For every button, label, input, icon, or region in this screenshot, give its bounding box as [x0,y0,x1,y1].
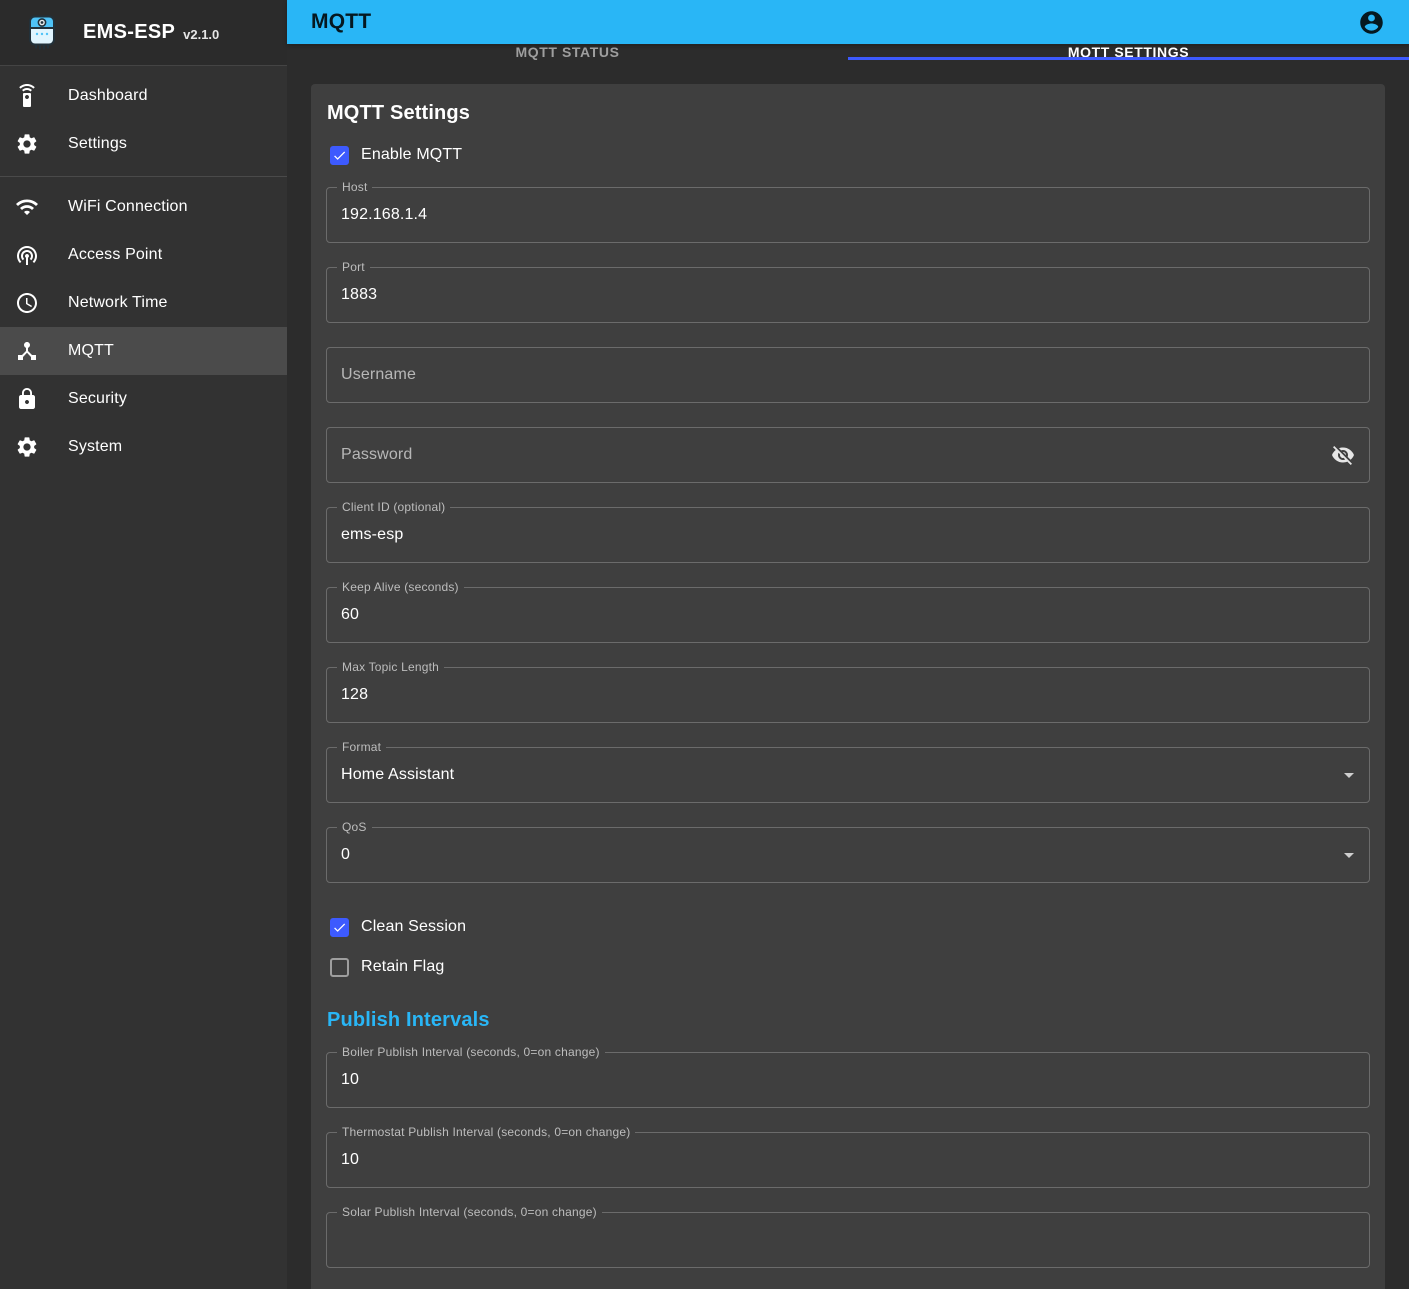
host-field: Host [326,187,1370,243]
client-id-field: Client ID (optional) [326,507,1370,563]
account-button[interactable] [1349,0,1393,44]
field-label: Max Topic Length [337,660,444,674]
checkbox-icon [330,146,349,165]
sidebar-item-security[interactable]: Security [0,375,287,423]
field-label: Keep Alive (seconds) [337,580,464,594]
enable-mqtt-checkbox[interactable]: Enable MQTT [326,135,1370,175]
sidebar-item-mqtt[interactable]: MQTT [0,327,287,375]
field-label: Port [337,260,370,274]
tab-label: MQTT STATUS [515,44,619,60]
format-select-value: Home Assistant [327,766,468,784]
tabbar: MQTT STATUS MQTT SETTINGS [287,44,1409,60]
solar-publish-interval-field: Solar Publish Interval (seconds, 0=on ch… [326,1212,1370,1268]
password-field [326,427,1370,483]
checkbox-icon [330,958,349,977]
sidebar-item-label: Network Time [68,294,168,312]
toggle-password-visibility-button[interactable] [1325,437,1361,473]
thermostat-publish-interval-field: Thermostat Publish Interval (seconds, 0=… [326,1132,1370,1188]
checkbox-label: Enable MQTT [361,146,462,164]
sidebar-item-label: Security [68,390,127,408]
sidebar-item-wifi-connection[interactable]: WiFi Connection [0,183,287,231]
keep-alive-field: Keep Alive (seconds) [326,587,1370,643]
wifi-tethering-icon [15,243,39,267]
lock-icon [15,387,39,411]
sidebar-primary-group: Dashboard Settings [0,66,287,176]
retain-flag-checkbox[interactable]: Retain Flag [326,947,1370,987]
sidebar-item-label: System [68,438,122,456]
thermostat-publish-interval-input[interactable] [327,1133,1369,1187]
app-version: v2.1.0 [183,27,219,42]
checkbox-label: Clean Session [361,918,466,936]
page-title: MQTT [311,10,1349,34]
sidebar-item-settings[interactable]: Settings [0,120,287,168]
device-hub-icon [15,339,39,363]
port-input[interactable] [327,268,1369,322]
sidebar-item-label: Dashboard [68,87,148,105]
chevron-down-icon [1337,843,1361,867]
checkbox-icon [330,918,349,937]
username-field [326,347,1370,403]
boiler-publish-interval-field: Boiler Publish Interval (seconds, 0=on c… [326,1052,1370,1108]
password-input[interactable] [327,428,1369,482]
field-label: QoS [337,820,372,834]
sidebar-item-label: MQTT [68,342,114,360]
clean-session-checkbox[interactable]: Clean Session [326,907,1370,947]
account-circle-icon [1358,9,1385,36]
settings-remote-icon [15,84,39,108]
keep-alive-input[interactable] [327,588,1369,642]
field-label: Host [337,180,372,194]
checkbox-label: Retain Flag [361,958,444,976]
max-topic-length-input[interactable] [327,668,1369,722]
qos-select-value: 0 [327,846,364,864]
main-area: MQTT MQTT STATUS MQTT SETTINGS MQTT Sett… [287,0,1409,1289]
port-field: Port [326,267,1370,323]
sidebar-item-label: Settings [68,135,127,153]
gear-icon [15,435,39,459]
appbar: MQTT [287,0,1409,44]
app-title: EMS-ESP [83,21,175,44]
boiler-publish-interval-input[interactable] [327,1053,1369,1107]
wifi-icon [15,195,39,219]
field-label: Format [337,740,386,754]
host-input[interactable] [327,188,1369,242]
app-root: EMS-ESP v2.1.0 Dashboard Settings WiFi C… [0,0,1409,1289]
qos-select[interactable]: QoS 0 [326,827,1370,883]
sidebar-item-label: Access Point [68,246,162,264]
field-label: Boiler Publish Interval (seconds, 0=on c… [337,1045,605,1059]
sidebar-config-group: WiFi Connection Access Point Network Tim… [0,177,287,479]
field-label: Solar Publish Interval (seconds, 0=on ch… [337,1205,602,1219]
sidebar-item-access-point[interactable]: Access Point [0,231,287,279]
gear-icon [15,132,39,156]
max-topic-length-field: Max Topic Length [326,667,1370,723]
clock-icon [15,291,39,315]
chevron-down-icon [1337,763,1361,787]
format-select[interactable]: Format Home Assistant [326,747,1370,803]
card-title: MQTT Settings [327,102,1370,125]
tab-mqtt-settings[interactable]: MQTT SETTINGS [848,44,1409,60]
username-input[interactable] [327,348,1369,402]
client-id-input[interactable] [327,508,1369,562]
mqtt-settings-card: MQTT Settings Enable MQTT Host Port [311,84,1385,1289]
visibility-off-icon [1331,443,1355,467]
sidebar-item-network-time[interactable]: Network Time [0,279,287,327]
solar-publish-interval-input[interactable] [327,1213,1369,1267]
sidebar-item-dashboard[interactable]: Dashboard [0,72,287,120]
sidebar-item-label: WiFi Connection [68,198,188,216]
tab-mqtt-status[interactable]: MQTT STATUS [287,44,848,60]
sidebar: EMS-ESP v2.1.0 Dashboard Settings WiFi C… [0,0,287,1289]
sidebar-item-system[interactable]: System [0,423,287,471]
field-label: Client ID (optional) [337,500,450,514]
boiler-logo-icon [27,15,57,51]
field-label: Thermostat Publish Interval (seconds, 0=… [337,1125,635,1139]
publish-intervals-title: Publish Intervals [327,1009,1370,1032]
tab-indicator [848,57,1409,60]
sidebar-header: EMS-ESP v2.1.0 [0,0,287,66]
